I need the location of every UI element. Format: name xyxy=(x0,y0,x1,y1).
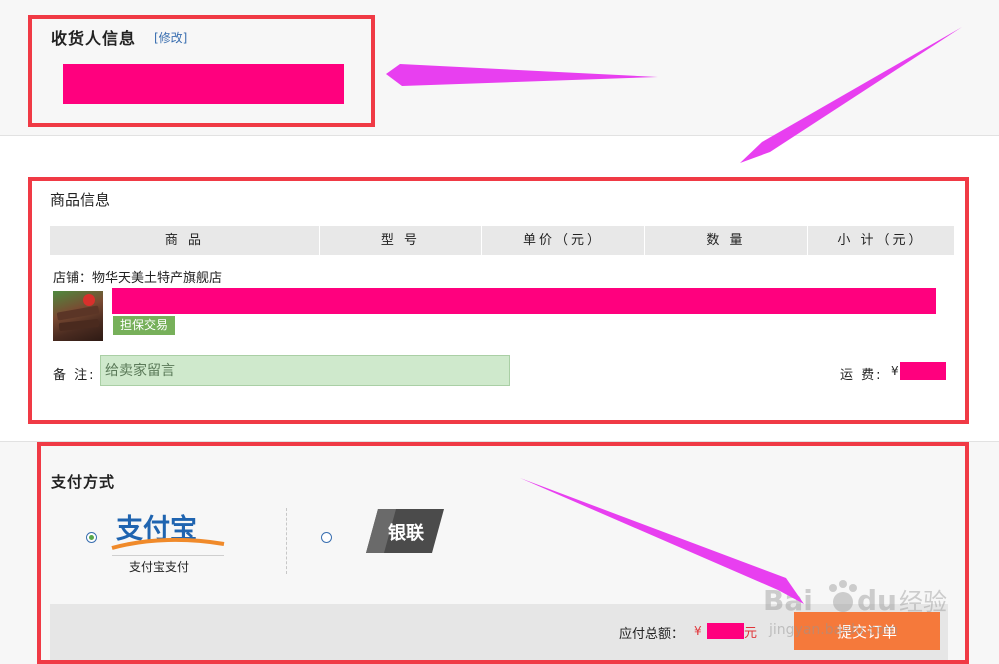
goods-highlight xyxy=(28,177,969,424)
payment-highlight xyxy=(37,442,969,664)
receiver-highlight xyxy=(28,15,375,127)
